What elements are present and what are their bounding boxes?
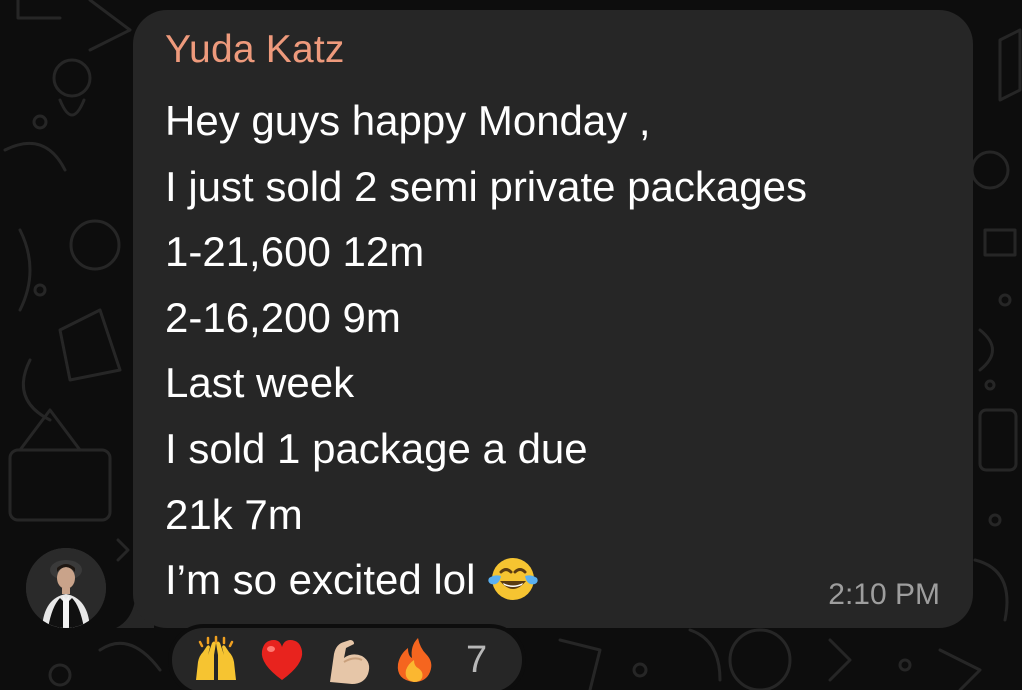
message-line: I sold 1 package a due bbox=[165, 424, 588, 472]
red-heart-icon bbox=[261, 640, 303, 680]
face-with-tears-of-joy-icon bbox=[488, 558, 539, 601]
message-line-last: I’m so excited lol bbox=[165, 547, 807, 613]
message-line: 1-21,600 12m bbox=[165, 228, 425, 276]
message-line: 21k 7m bbox=[165, 490, 303, 538]
fire-icon bbox=[397, 638, 432, 682]
message-line: Last week bbox=[165, 359, 355, 407]
raising-hands-icon bbox=[196, 635, 236, 680]
reactions-bar[interactable]: 7 bbox=[168, 624, 526, 690]
message-line: I’m so excited lol bbox=[165, 556, 476, 604]
person-avatar-icon bbox=[26, 548, 106, 628]
message-line: Hey guys happy Monday , bbox=[165, 97, 651, 144]
sender-name[interactable]: Yuda Katz bbox=[165, 28, 345, 72]
flexed-biceps-icon bbox=[330, 640, 370, 684]
message-text: Hey guys happy Monday , I just sold 2 se… bbox=[165, 88, 807, 613]
message-line: 2-16,200 9m bbox=[165, 293, 401, 341]
message-line: I just sold 2 semi private packages bbox=[165, 162, 807, 210]
message-bubble[interactable]: Yuda Katz Hey guys happy Monday , I just… bbox=[133, 10, 973, 628]
reaction-count: 7 bbox=[466, 638, 488, 681]
message-timestamp: 2:10 PM bbox=[828, 578, 940, 611]
sender-avatar[interactable] bbox=[26, 548, 106, 628]
